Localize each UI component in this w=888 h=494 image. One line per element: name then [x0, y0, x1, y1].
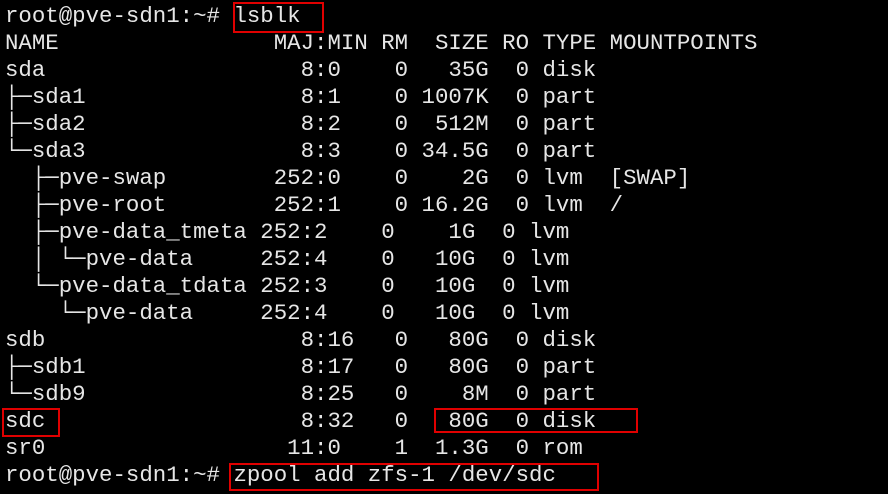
table-row: sda 8:0 0 35G 0 disk [5, 57, 597, 83]
table-row: ├─sda1 8:1 0 1007K 0 part [5, 84, 597, 110]
table-row: ├─sdb1 8:17 0 80G 0 part [5, 354, 597, 380]
table-row: └─sdb9 8:25 0 8M 0 part [5, 381, 597, 407]
table-header: NAME MAJ:MIN RM SIZE RO TYPE MOUNTPOINTS [5, 30, 758, 56]
command-line-1: root@pve-sdn1:~# lsblk [0, 3, 888, 30]
table-row: ├─pve-data_tmeta 252:2 0 1G 0 lvm [5, 219, 570, 245]
command-lsblk: lsblk [233, 3, 301, 29]
prompt: root@pve-sdn1:~# [5, 462, 220, 488]
table-row: ├─sda2 8:2 0 512M 0 part [5, 111, 597, 137]
table-row: └─pve-data 252:4 0 10G 0 lvm [5, 300, 570, 326]
table-row: ├─pve-root 252:1 0 16.2G 0 lvm / [5, 192, 624, 218]
table-row: sdb 8:16 0 80G 0 disk [5, 327, 597, 353]
command-line-2: root@pve-sdn1:~# zpool add zfs-1 /dev/sd… [0, 462, 888, 489]
table-row: │ └─pve-data 252:4 0 10G 0 lvm [5, 246, 570, 272]
prompt: root@pve-sdn1:~# [5, 3, 220, 29]
table-row: ├─pve-swap 252:0 0 2G 0 lvm [SWAP] [5, 165, 691, 191]
terminal-window[interactable]: root@pve-sdn1:~# lsblk NAME MAJ:MIN RM S… [0, 0, 888, 494]
table-row: └─sda3 8:3 0 34.5G 0 part [5, 138, 597, 164]
command-zpool-add: zpool add zfs-1 /dev/sdc [233, 462, 556, 488]
table-row-sdc: sdc 8:32 0 80G 0 disk [5, 408, 597, 434]
table-row: └─pve-data_tdata 252:3 0 10G 0 lvm [5, 273, 570, 299]
table-row: sr0 11:0 1 1.3G 0 rom [5, 435, 583, 461]
